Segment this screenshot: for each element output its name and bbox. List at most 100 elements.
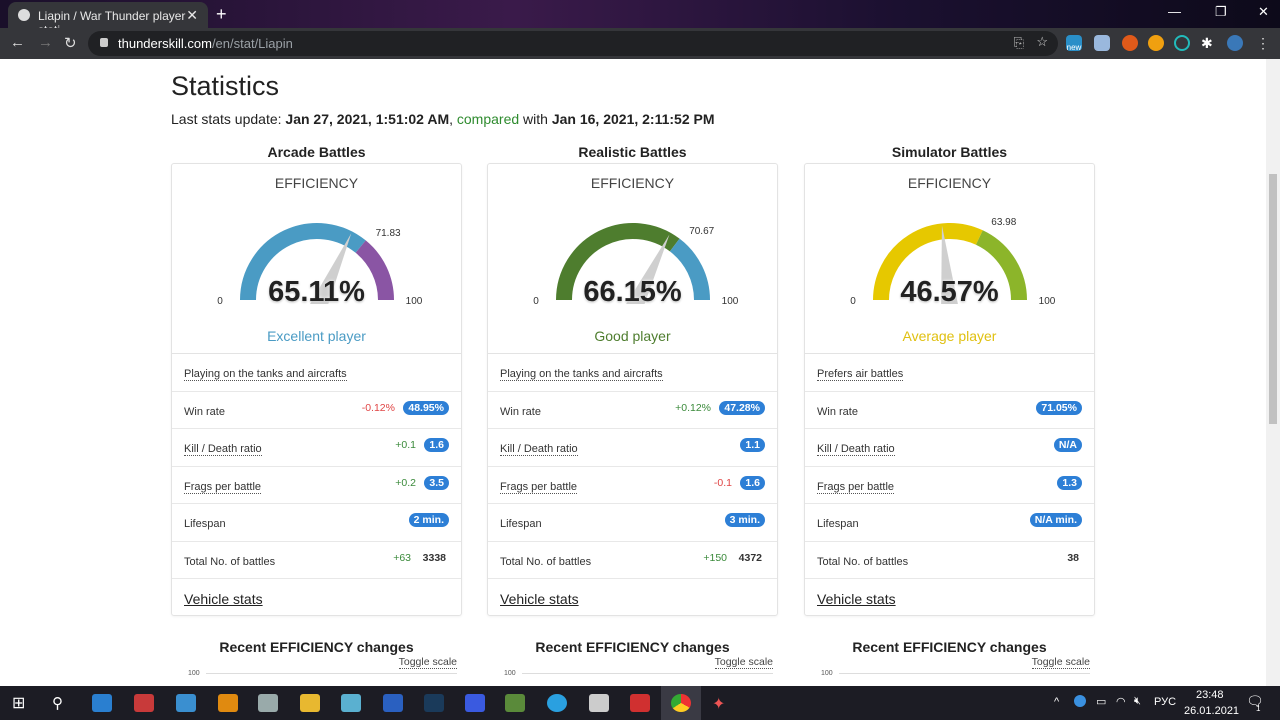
toggle-scale-link[interactable]: Toggle scale: [398, 656, 457, 669]
update-label: Last stats update:: [171, 111, 282, 127]
app-icon[interactable]: [465, 694, 485, 712]
minecraft-icon[interactable]: [505, 694, 525, 712]
recent-efficiency-chart: Recent EFFICIENCY changes Toggle scale 1…: [487, 639, 778, 677]
url-host: thunderskill.com: [118, 36, 212, 51]
stats-card: EFFICIENCY 63.98 0 100 46.57% Average play…: [804, 163, 1095, 616]
stat-label[interactable]: Kill / Death ratio: [184, 443, 262, 456]
steam-icon[interactable]: [424, 694, 444, 712]
stat-label: Total No. of battles: [184, 555, 276, 568]
folder-icon[interactable]: [300, 694, 320, 712]
playstyle-row: Prefers air battles: [805, 354, 1094, 392]
tray-chevron-icon[interactable]: ^: [1054, 696, 1059, 708]
app-icon[interactable]: [341, 694, 361, 712]
extensions-puzzle-icon[interactable]: ✱: [1201, 35, 1217, 51]
stat-value: 47.28%: [719, 400, 765, 415]
stat-value: 71.05%: [1036, 400, 1082, 415]
extension-play-icon[interactable]: [1148, 35, 1164, 51]
recent-efficiency-chart: Recent EFFICIENCY changes Toggle scale 1…: [804, 639, 1095, 677]
address-bar[interactable]: thunderskill.com/en/stat/Liapin ⎘ ☆: [88, 31, 1058, 56]
app-icon[interactable]: [258, 694, 278, 712]
windows-start-icon[interactable]: ⊞: [12, 693, 32, 712]
clock-date[interactable]: 26.01.2021: [1184, 705, 1239, 717]
stat-row: Kill / Death ratio 1.1: [488, 429, 777, 467]
mail-icon[interactable]: [92, 694, 112, 712]
column-title: Simulator Battles: [891, 144, 1008, 160]
extension-new-icon[interactable]: new: [1066, 35, 1082, 52]
back-button[interactable]: ←: [10, 34, 25, 51]
playstyle-label[interactable]: Playing on the tanks and aircrafts: [500, 368, 663, 381]
wifi-icon[interactable]: ◠: [1116, 695, 1126, 708]
stat-value: 1.1: [740, 438, 765, 452]
stats-card: EFFICIENCY 71.83 0 100 65.11% Excellent pl…: [171, 163, 462, 616]
search-icon[interactable]: ⚲: [52, 694, 72, 712]
translate-icon[interactable]: ⎘: [1014, 35, 1024, 51]
clock-time[interactable]: 23:48: [1196, 689, 1224, 701]
sublime-icon[interactable]: [218, 694, 238, 712]
gauge-tick-label: 71.83: [376, 228, 401, 239]
menu-icon[interactable]: ⋮: [1256, 35, 1272, 51]
playstyle-label[interactable]: Prefers air battles: [817, 368, 904, 381]
efficiency-value: 66.15%: [583, 276, 682, 308]
battle-mode-column: Arcade Battles EFFICIENCY 71.83 0 100 65.1…: [171, 144, 462, 616]
extension-icon[interactable]: [1094, 35, 1110, 51]
devc-icon[interactable]: [383, 694, 403, 712]
recent-title: Recent EFFICIENCY changes: [535, 639, 730, 655]
stat-value: 1.3: [1057, 475, 1082, 490]
stat-change: +0.1: [395, 439, 416, 451]
close-tab-icon[interactable]: ✕: [186, 7, 198, 24]
vehicle-stats-link[interactable]: Vehicle stats: [500, 591, 579, 607]
battle-mode-column: Realistic Battles EFFICIENCY 70.67 0 100 6…: [487, 144, 778, 616]
stat-label[interactable]: Frags per battle: [500, 481, 578, 494]
winrar-icon[interactable]: [134, 694, 154, 712]
playstyle-label[interactable]: Playing on the tanks and aircrafts: [184, 368, 347, 381]
stat-label[interactable]: Frags per battle: [184, 481, 262, 494]
chrome-icon[interactable]: [671, 694, 691, 712]
minimize-button[interactable]: —: [1168, 4, 1181, 19]
reload-button[interactable]: ↻: [64, 34, 77, 52]
url-path: /en/stat/Liapin: [211, 36, 293, 51]
notification-count: 1: [1256, 704, 1261, 713]
stat-change: +0.12%: [675, 401, 711, 414]
telegram-icon[interactable]: [547, 694, 567, 712]
efficiency-label: EFFICIENCY: [907, 175, 992, 191]
bookmark-star-icon[interactable]: ☆: [1036, 34, 1048, 50]
efficiency-label: EFFICIENCY: [274, 175, 359, 191]
extension-ring-icon[interactable]: [1174, 35, 1190, 51]
vehicle-stats-link[interactable]: Vehicle stats: [184, 591, 263, 607]
app-icon[interactable]: [630, 694, 650, 712]
scrollbar[interactable]: [1266, 59, 1280, 686]
close-window-button[interactable]: ✕: [1258, 4, 1269, 20]
stat-label[interactable]: Frags per battle: [817, 481, 895, 494]
app-icon[interactable]: [176, 694, 196, 712]
new-tab-button[interactable]: +: [216, 4, 227, 25]
stat-row: Lifespan N/A min.: [805, 504, 1094, 542]
gridline: [206, 673, 457, 674]
extension-badge: new: [1066, 43, 1082, 52]
browser-tab[interactable]: Liapin / War Thunder player stati✕: [8, 2, 208, 37]
stat-row: Lifespan 3 min.: [488, 504, 777, 542]
app-icon[interactable]: ✦: [712, 694, 732, 713]
scrollbar-thumb[interactable]: [1269, 174, 1277, 424]
volume-muted-icon[interactable]: 🔇︎: [1134, 695, 1141, 708]
tray-telegram-icon[interactable]: [1074, 695, 1086, 707]
app-icon[interactable]: [589, 694, 609, 712]
stat-label[interactable]: Kill / Death ratio: [817, 443, 895, 456]
compared-link[interactable]: compared: [457, 111, 519, 127]
toggle-scale-link[interactable]: Toggle scale: [1031, 656, 1090, 669]
language-indicator[interactable]: РУС: [1154, 696, 1176, 708]
profile-avatar[interactable]: [1227, 35, 1243, 51]
lock-icon: [100, 38, 108, 47]
forward-button[interactable]: →: [38, 34, 53, 51]
stat-value: 3338: [422, 551, 446, 564]
extension-fire-icon[interactable]: [1122, 35, 1138, 51]
battery-icon[interactable]: ▭: [1096, 695, 1106, 708]
stat-label[interactable]: Kill / Death ratio: [500, 443, 578, 456]
toggle-scale-link[interactable]: Toggle scale: [714, 656, 773, 669]
maximize-button[interactable]: ❐: [1215, 4, 1227, 20]
stat-label: Win rate: [500, 405, 541, 418]
browser-tab-strip: Liapin / War Thunder player stati✕ + — ❐…: [0, 0, 1280, 37]
vehicle-stats-link[interactable]: Vehicle stats: [817, 591, 896, 607]
globe-icon: [18, 9, 30, 21]
notifications-icon[interactable]: 🗨︎: [1246, 693, 1264, 710]
player-rank: Excellent player: [267, 328, 366, 344]
